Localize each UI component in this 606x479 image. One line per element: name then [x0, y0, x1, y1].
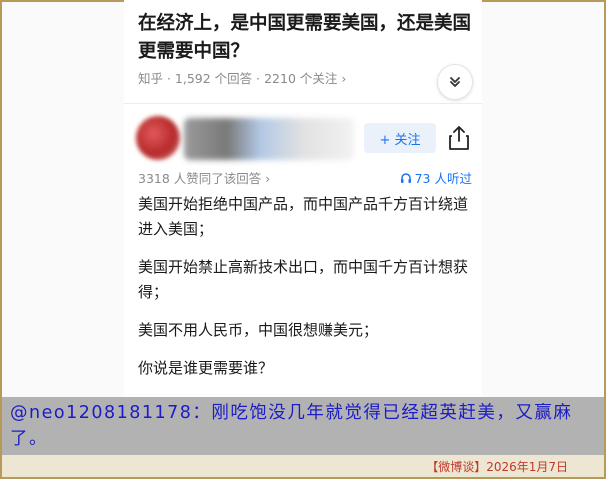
listen-indicator[interactable]: 73 人听过 — [400, 168, 472, 187]
question-meta[interactable]: 知乎 · 1,592 个回答 · 2210 个关注 › — [138, 68, 346, 87]
headphones-icon — [400, 172, 411, 183]
answer-paragraph: 美国开始禁止高新技术出口，而中国千方百计想获得； — [138, 258, 469, 301]
answer-paragraph: 你说是谁更需要谁？ — [138, 359, 274, 377]
question-title[interactable]: 在经济上，是中国更需要美国，还是美国更需要中国？ — [138, 10, 474, 66]
weibo-caption: @neo1208181178：刚吃饱没几年就觉得已经超英赶美，又赢麻了。 — [2, 397, 604, 455]
follow-label: + 关注 — [379, 132, 421, 148]
expand-button[interactable] — [437, 64, 473, 100]
listen-count: 73 人听过 — [414, 171, 472, 186]
answer-paragraph: 美国开始拒绝中国产品，而中国产品千方百计绕道进入美国； — [138, 195, 469, 238]
caption-text: @neo1208181178：刚吃饱没几年就觉得已经超英赶美，又赢麻了。 — [10, 403, 573, 449]
answer-paragraph: 美国不用人民币，中国很想赚美元； — [138, 321, 379, 339]
follow-button[interactable]: + 关注 — [364, 123, 436, 153]
footer-source-date: 【微博谈】2026年1月7日 — [426, 460, 568, 474]
agree-row: 3318 人赞同了该回答 › 73 人听过 — [138, 168, 472, 187]
share-icon[interactable] — [446, 124, 472, 152]
answer-body: 美国开始拒绝中国产品，而中国产品千方百计绕道进入美国； 美国开始禁止高新技术出口… — [138, 192, 474, 394]
divider — [124, 103, 482, 104]
footer-bar: 【微博谈】2026年1月7日 — [2, 455, 604, 477]
avatar[interactable] — [136, 116, 180, 160]
double-chevron-down-icon — [450, 77, 460, 87]
agree-count[interactable]: 3318 人赞同了该回答 › — [138, 171, 270, 186]
zhihu-answer-card: 在经济上，是中国更需要美国，还是美国更需要中国？ 知乎 · 1,592 个回答 … — [124, 0, 482, 398]
author-name-redacted — [184, 118, 354, 160]
